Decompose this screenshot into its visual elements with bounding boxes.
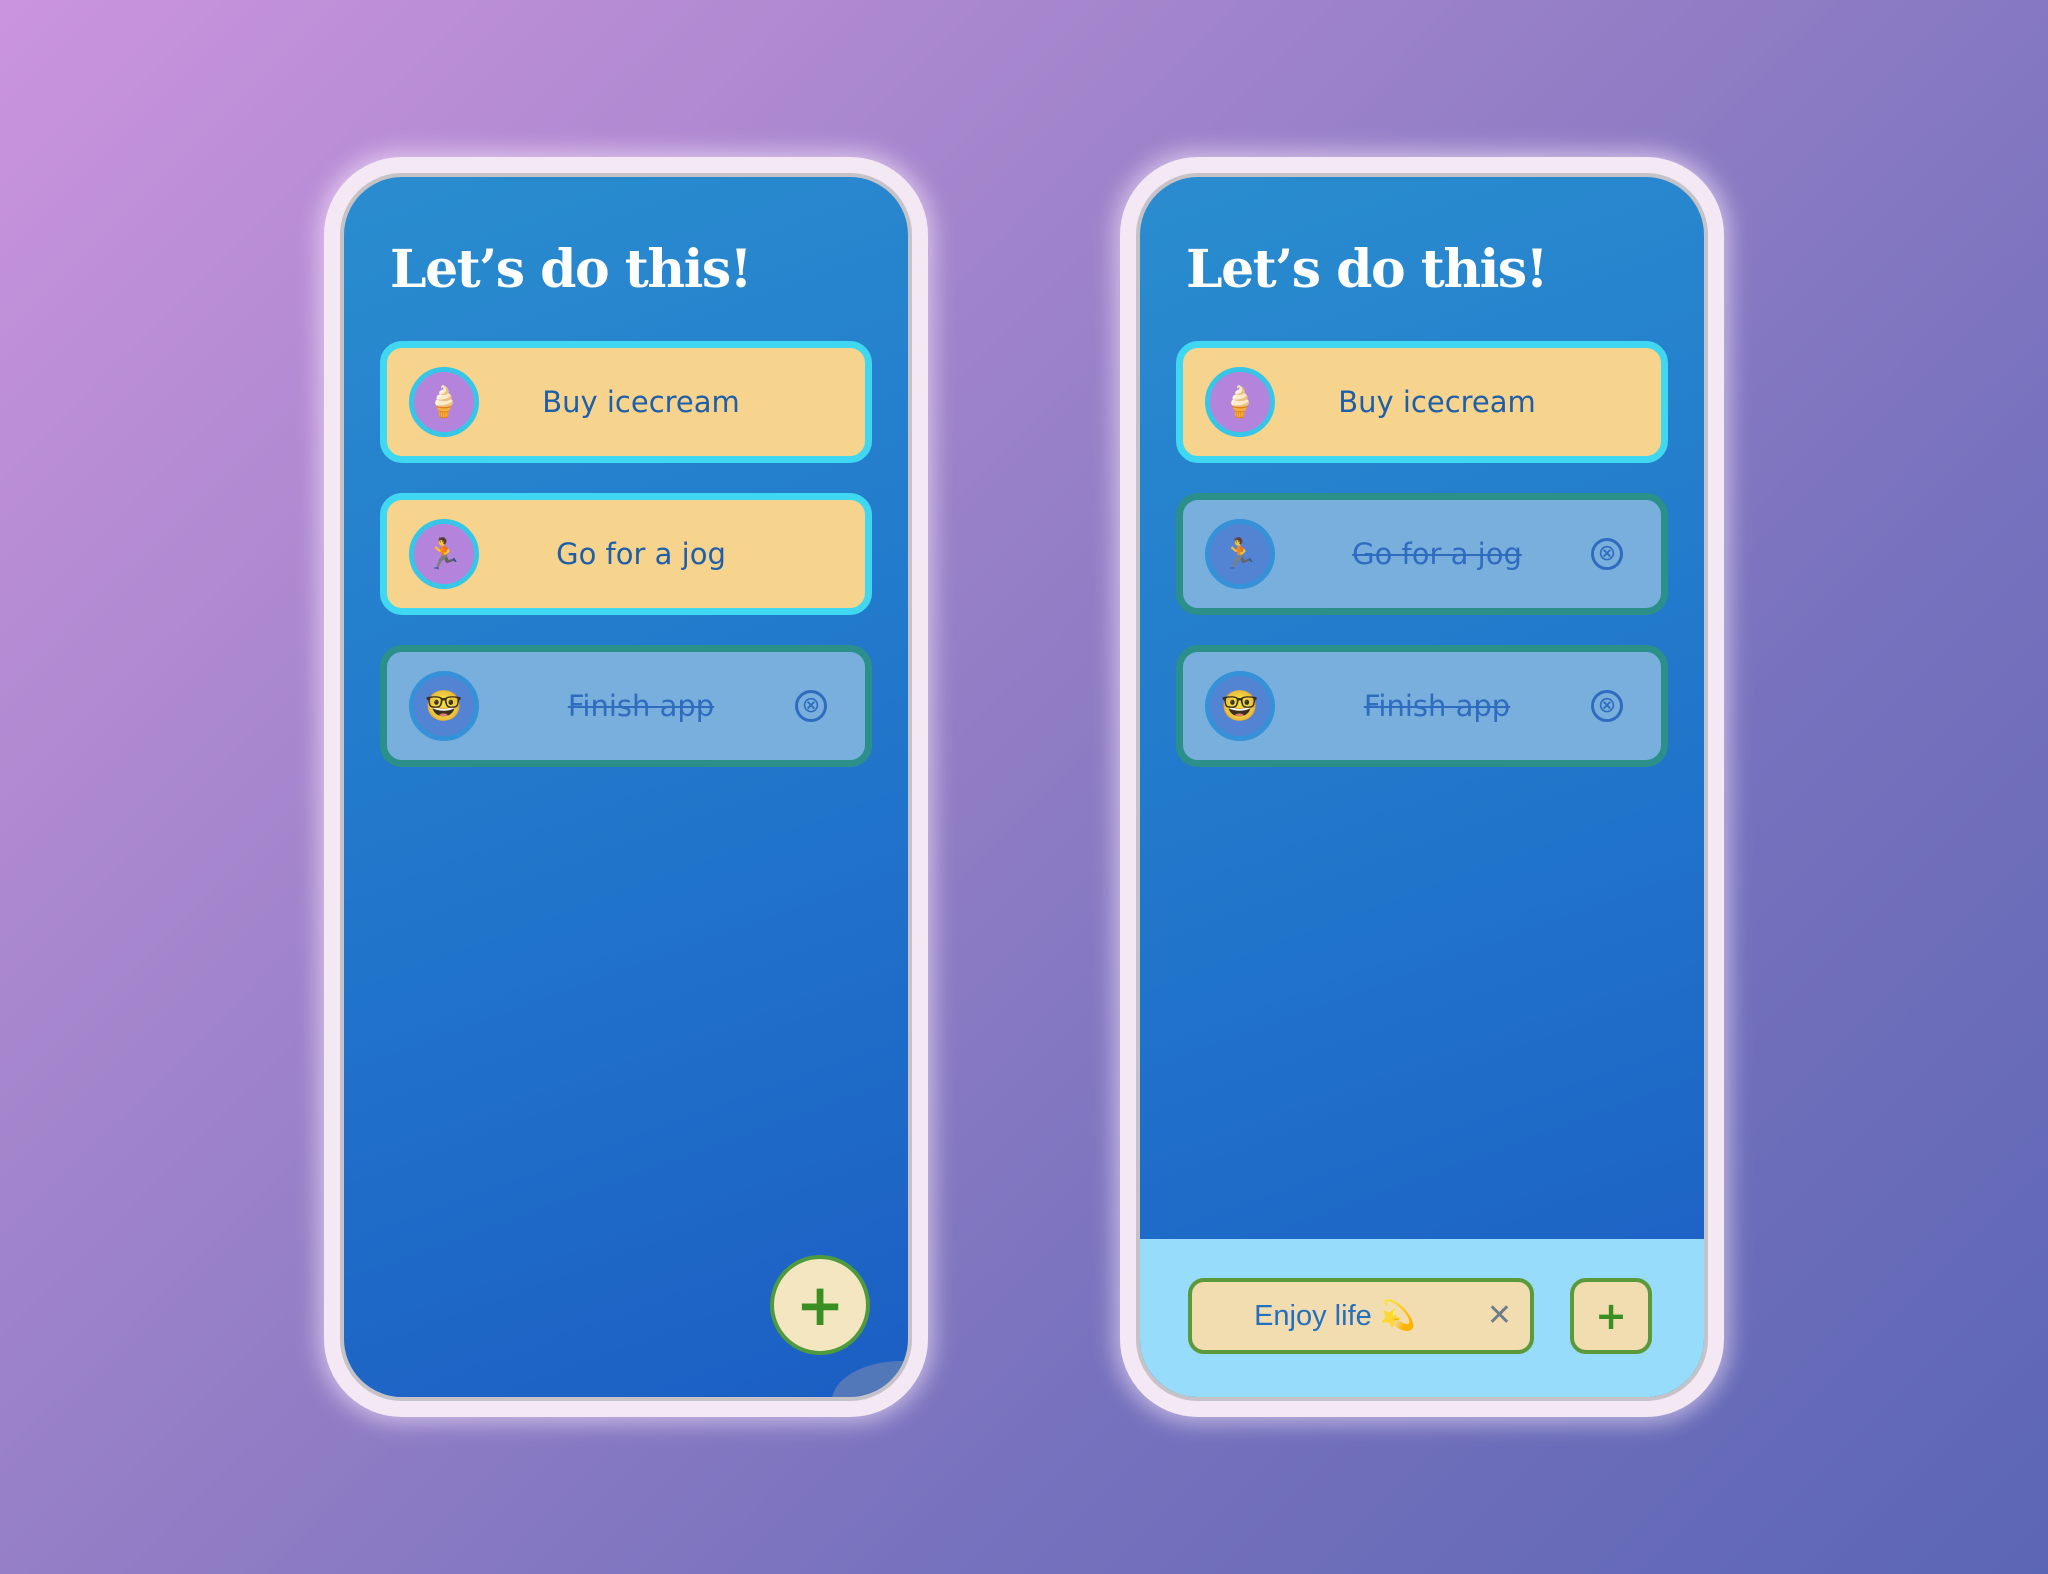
task-go-for-a-jog[interactable]: 🏃 Go for a jog: [380, 493, 872, 615]
app-screen: Let’s do this! 🍦 Buy icecream 🏃 Go for a…: [1136, 173, 1708, 1401]
runner-icon: 🏃: [409, 519, 479, 589]
task-label: Go for a jog: [1352, 537, 1522, 571]
phone-mockup-1: Let’s do this! 🍦 Buy icecream 🏃 Go for a…: [324, 157, 928, 1417]
task-label: Go for a jog: [556, 537, 726, 571]
icecream-icon: 🍦: [409, 367, 479, 437]
new-task-bar: Enjoy life 💫 ✕ +: [1140, 1239, 1704, 1397]
new-task-input[interactable]: Enjoy life 💫 ✕: [1188, 1278, 1534, 1354]
new-task-input-value: Enjoy life 💫: [1254, 1300, 1416, 1332]
remove-task-icon[interactable]: ⊗: [1591, 538, 1623, 570]
page-title: Let’s do this!: [390, 239, 752, 300]
phone-mockup-2: Let’s do this! 🍦 Buy icecream 🏃 Go for a…: [1120, 157, 1724, 1417]
icecream-icon: 🍦: [1205, 367, 1275, 437]
task-label: Finish app: [1363, 689, 1511, 723]
task-finish-app[interactable]: 🤓 Finish app ⊗: [380, 645, 872, 767]
app-screen: Let’s do this! 🍦 Buy icecream 🏃 Go for a…: [340, 173, 912, 1401]
remove-task-icon[interactable]: ⊗: [795, 690, 827, 722]
task-buy-icecream[interactable]: 🍦 Buy icecream: [380, 341, 872, 463]
nerd-face-icon: 🤓: [409, 671, 479, 741]
page-title: Let’s do this!: [1186, 239, 1548, 300]
task-label: Buy icecream: [542, 385, 740, 419]
task-label: Finish app: [567, 689, 715, 723]
task-finish-app[interactable]: 🤓 Finish app ⊗: [1176, 645, 1668, 767]
task-buy-icecream[interactable]: 🍦 Buy icecream: [1176, 341, 1668, 463]
submit-task-button[interactable]: +: [1570, 1278, 1652, 1354]
decorative-swoosh: [832, 1361, 908, 1397]
runner-icon: 🏃: [1205, 519, 1275, 589]
add-task-button[interactable]: +: [770, 1255, 870, 1355]
clear-icon[interactable]: ✕: [1487, 1301, 1512, 1331]
task-go-for-a-jog[interactable]: 🏃 Go for a jog ⊗: [1176, 493, 1668, 615]
nerd-face-icon: 🤓: [1205, 671, 1275, 741]
task-label: Buy icecream: [1338, 385, 1536, 419]
remove-task-icon[interactable]: ⊗: [1591, 690, 1623, 722]
